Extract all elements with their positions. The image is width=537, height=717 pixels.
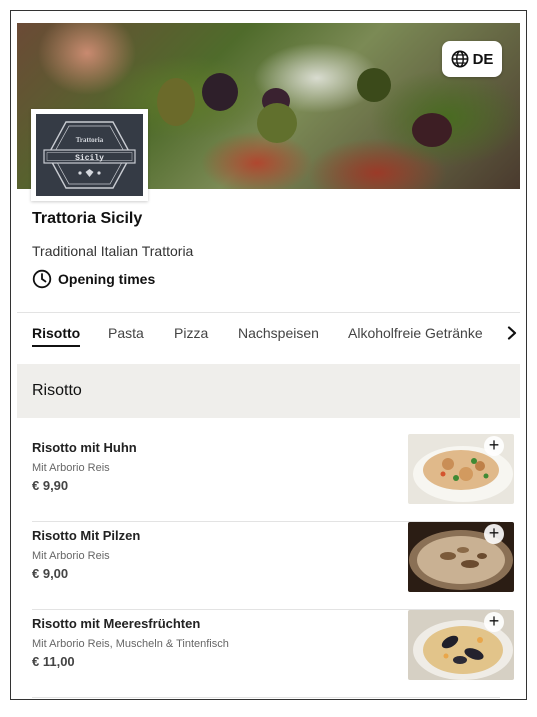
tab-risotto[interactable]: Risotto: [32, 325, 81, 347]
menu-item[interactable]: Risotto mit Huhn Mit Arborio Reis € 9,90…: [17, 434, 520, 520]
item-description: Mit Arborio Reis: [32, 462, 110, 474]
item-price: € 9,00: [32, 566, 69, 581]
tab-nachspeisen[interactable]: Nachspeisen: [238, 325, 319, 341]
section-header: Risotto: [17, 364, 520, 418]
logo-top-text: Trattoria: [76, 136, 104, 144]
item-image: +: [408, 434, 514, 504]
restaurant-name: Trattoria Sicily: [32, 210, 143, 227]
section-title: Risotto: [32, 382, 82, 399]
item-price: € 11,00: [32, 654, 75, 669]
item-description: Mit Arborio Reis: [32, 550, 110, 562]
opening-times-label: Opening times: [58, 271, 156, 287]
language-label: DE: [472, 50, 494, 68]
globe-icon: [451, 50, 469, 68]
add-item-button[interactable]: +: [484, 436, 504, 456]
language-button[interactable]: DE: [442, 41, 502, 77]
clock-icon: [32, 269, 52, 289]
item-name: Risotto mit Meeresfrüchten: [32, 616, 201, 631]
restaurant-logo: Trattoria Sicily: [31, 109, 148, 201]
logo-emblem: Trattoria Sicily: [43, 121, 136, 189]
menu-item[interactable]: Risotto mit Meeresfrüchten Mit Arborio R…: [17, 610, 520, 696]
tab-alkoholfreie-getraenke[interactable]: Alkoholfreie Getränke: [348, 325, 483, 341]
item-price: € 9,90: [32, 478, 69, 493]
category-tabs: Risotto Pasta Pizza Nachspeisen Alkoholf…: [17, 313, 520, 353]
diamond-icon: [85, 169, 94, 177]
item-image: +: [408, 610, 514, 680]
add-item-button[interactable]: +: [484, 524, 504, 544]
opening-times-link[interactable]: Opening times: [32, 269, 155, 289]
chevron-right-icon[interactable]: [504, 323, 520, 343]
app-frame: DE Trattoria Sicily Trattoria Sicily Tra…: [10, 10, 527, 700]
item-name: Risotto mit Huhn: [32, 440, 137, 455]
logo-main-text: Sicily: [75, 154, 104, 163]
item-description: Mit Arborio Reis, Muscheln & Tintenfisch: [32, 638, 229, 650]
menu-item[interactable]: Risotto Mit Pilzen Mit Arborio Reis € 9,…: [17, 522, 520, 608]
tab-pasta[interactable]: Pasta: [108, 325, 144, 341]
item-divider: [32, 697, 500, 698]
restaurant-subtitle: Traditional Italian Trattoria: [32, 243, 194, 259]
add-item-button[interactable]: +: [484, 612, 504, 632]
item-image: +: [408, 522, 514, 592]
item-name: Risotto Mit Pilzen: [32, 528, 141, 543]
tab-pizza[interactable]: Pizza: [174, 325, 208, 341]
